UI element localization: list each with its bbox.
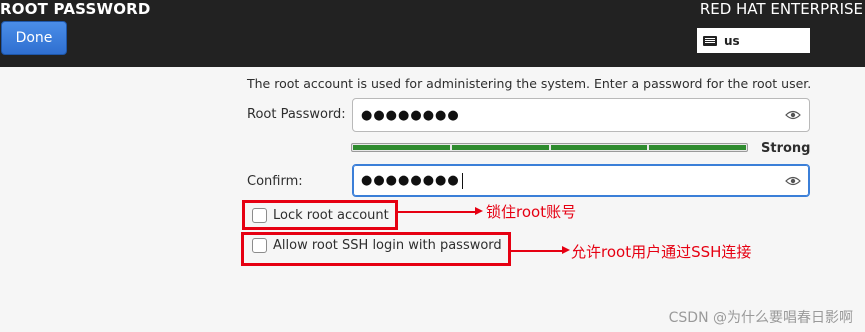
confirm-password-field[interactable]: ●●●●●●●● xyxy=(352,164,810,197)
confirm-password-label: Confirm: xyxy=(247,174,303,189)
root-password-label: Root Password: xyxy=(247,107,346,122)
show-password-eye-icon[interactable] xyxy=(785,110,801,120)
keyboard-icon xyxy=(703,35,717,46)
keyboard-layout-indicator[interactable]: us xyxy=(697,28,810,53)
root-password-value: ●●●●●●●● xyxy=(361,107,460,123)
confirm-password-value: ●●●●●●●● xyxy=(361,173,460,188)
password-strength-meter xyxy=(351,143,748,152)
allow-ssh-annotation: 允许root用户通过SSH连接 xyxy=(571,243,752,261)
csdn-watermark: CSDN @为什么要唱春日影啊 xyxy=(668,310,853,326)
strength-segment xyxy=(649,145,746,150)
top-header-bar: ROOT PASSWORD Done RED HAT ENTERPRISE us xyxy=(0,0,865,67)
text-cursor xyxy=(461,172,463,189)
lock-root-arrow xyxy=(398,211,476,213)
strength-segment xyxy=(353,145,450,150)
strength-segment xyxy=(451,145,549,150)
lock-root-highlight-box xyxy=(242,200,398,230)
allow-ssh-highlight-box xyxy=(241,232,511,266)
password-strength-label: Strong xyxy=(761,141,811,156)
allow-ssh-arrowhead xyxy=(562,246,570,254)
strength-segment xyxy=(550,145,648,150)
lock-root-arrowhead xyxy=(475,207,483,215)
product-name: RED HAT ENTERPRISE xyxy=(699,0,863,18)
keyboard-layout-label: us xyxy=(724,33,740,48)
description-text: The root account is used for administeri… xyxy=(247,76,812,91)
done-button[interactable]: Done xyxy=(1,21,67,55)
root-password-field[interactable]: ●●●●●●●● xyxy=(352,98,810,132)
page-title: ROOT PASSWORD xyxy=(0,0,151,18)
show-confirm-eye-icon[interactable] xyxy=(785,176,801,186)
allow-ssh-arrow xyxy=(511,250,563,252)
lock-root-annotation: 锁住root账号 xyxy=(486,203,577,221)
